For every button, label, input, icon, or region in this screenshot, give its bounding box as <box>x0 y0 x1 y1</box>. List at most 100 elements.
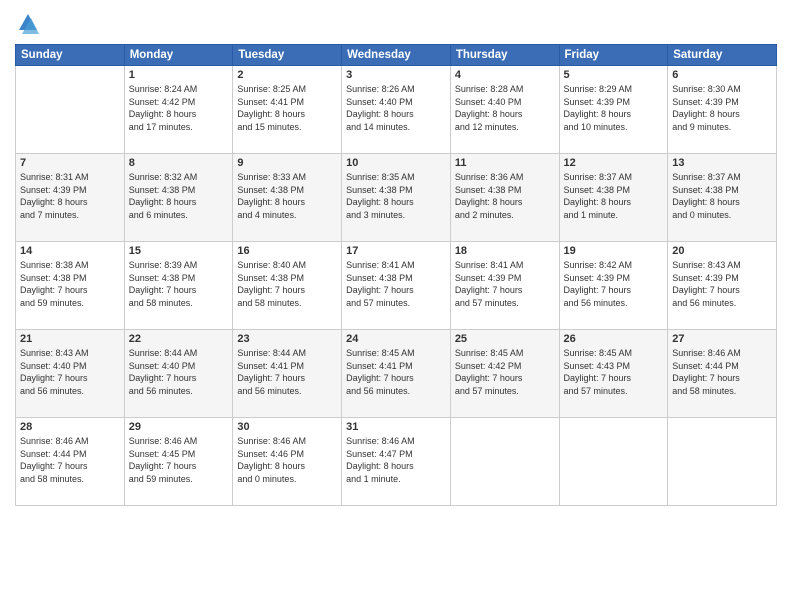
day-info: Sunrise: 8:41 AM Sunset: 4:38 PM Dayligh… <box>346 259 446 309</box>
calendar-cell: 1 Sunrise: 8:24 AM Sunset: 4:42 PM Daylig… <box>124 66 233 154</box>
day-info: Sunrise: 8:40 AM Sunset: 4:38 PM Dayligh… <box>237 259 337 309</box>
calendar-cell: 24 Sunrise: 8:45 AM Sunset: 4:41 PM Dayli… <box>342 330 451 418</box>
day-info: Sunrise: 8:39 AM Sunset: 4:38 PM Dayligh… <box>129 259 229 309</box>
page: SundayMondayTuesdayWednesdayThursdayFrid… <box>0 0 792 612</box>
calendar-cell: 19 Sunrise: 8:42 AM Sunset: 4:39 PM Dayli… <box>559 242 668 330</box>
calendar-cell: 16 Sunrise: 8:40 AM Sunset: 4:38 PM Dayli… <box>233 242 342 330</box>
calendar-cell <box>559 418 668 506</box>
week-row-5: 28 Sunrise: 8:46 AM Sunset: 4:44 PM Dayli… <box>16 418 777 506</box>
weekday-header-row: SundayMondayTuesdayWednesdayThursdayFrid… <box>16 45 777 66</box>
day-info: Sunrise: 8:43 AM Sunset: 4:39 PM Dayligh… <box>672 259 772 309</box>
weekday-header-monday: Monday <box>124 45 233 66</box>
day-number: 29 <box>129 421 229 433</box>
day-info: Sunrise: 8:45 AM Sunset: 4:42 PM Dayligh… <box>455 347 555 397</box>
day-number: 8 <box>129 157 229 169</box>
day-info: Sunrise: 8:45 AM Sunset: 4:43 PM Dayligh… <box>564 347 664 397</box>
day-info: Sunrise: 8:42 AM Sunset: 4:39 PM Dayligh… <box>564 259 664 309</box>
day-number: 5 <box>564 69 664 81</box>
day-number: 31 <box>346 421 446 433</box>
day-number: 18 <box>455 245 555 257</box>
calendar-cell: 20Sunrise: 8:43 AM Sunset: 4:39 PM Dayli… <box>668 242 777 330</box>
calendar-cell: 12 Sunrise: 8:37 AM Sunset: 4:38 PM Dayli… <box>559 154 668 242</box>
calendar-cell: 9 Sunrise: 8:33 AM Sunset: 4:38 PM Daylig… <box>233 154 342 242</box>
calendar-cell: 7Sunrise: 8:31 AM Sunset: 4:39 PM Daylig… <box>16 154 125 242</box>
day-number: 3 <box>346 69 446 81</box>
day-number: 9 <box>237 157 337 169</box>
logo <box>15 10 41 38</box>
day-info: Sunrise: 8:46 AM Sunset: 4:44 PM Dayligh… <box>20 435 120 485</box>
calendar-cell: 25 Sunrise: 8:45 AM Sunset: 4:42 PM Dayli… <box>450 330 559 418</box>
day-number: 12 <box>564 157 664 169</box>
weekday-header-thursday: Thursday <box>450 45 559 66</box>
calendar-cell: 8Sunrise: 8:32 AM Sunset: 4:38 PM Daylig… <box>124 154 233 242</box>
day-info: Sunrise: 8:46 AM Sunset: 4:45 PM Dayligh… <box>129 435 229 485</box>
day-info: Sunrise: 8:46 AM Sunset: 4:47 PM Dayligh… <box>346 435 446 485</box>
day-number: 19 <box>564 245 664 257</box>
day-info: Sunrise: 8:38 AM Sunset: 4:38 PM Dayligh… <box>20 259 120 309</box>
day-info: Sunrise: 8:30 AM Sunset: 4:39 PM Dayligh… <box>672 83 772 133</box>
calendar-cell: 4 Sunrise: 8:28 AM Sunset: 4:40 PM Daylig… <box>450 66 559 154</box>
weekday-header-wednesday: Wednesday <box>342 45 451 66</box>
week-row-4: 21Sunrise: 8:43 AM Sunset: 4:40 PM Dayli… <box>16 330 777 418</box>
calendar-table: SundayMondayTuesdayWednesdayThursdayFrid… <box>15 44 777 506</box>
day-number: 30 <box>237 421 337 433</box>
day-number: 28 <box>20 421 120 433</box>
day-info: Sunrise: 8:44 AM Sunset: 4:41 PM Dayligh… <box>237 347 337 397</box>
day-number: 14 <box>20 245 120 257</box>
day-number: 1 <box>129 69 229 81</box>
weekday-header-tuesday: Tuesday <box>233 45 342 66</box>
day-info: Sunrise: 8:24 AM Sunset: 4:42 PM Dayligh… <box>129 83 229 133</box>
day-number: 6 <box>672 69 772 81</box>
calendar-cell: 28 Sunrise: 8:46 AM Sunset: 4:44 PM Dayli… <box>16 418 125 506</box>
calendar-cell: 21Sunrise: 8:43 AM Sunset: 4:40 PM Dayli… <box>16 330 125 418</box>
day-number: 22 <box>129 333 229 345</box>
day-info: Sunrise: 8:45 AM Sunset: 4:41 PM Dayligh… <box>346 347 446 397</box>
day-number: 7 <box>20 157 120 169</box>
calendar-cell: 3 Sunrise: 8:26 AM Sunset: 4:40 PM Daylig… <box>342 66 451 154</box>
calendar-cell: 5Sunrise: 8:29 AM Sunset: 4:39 PM Daylig… <box>559 66 668 154</box>
calendar-cell <box>668 418 777 506</box>
day-info: Sunrise: 8:44 AM Sunset: 4:40 PM Dayligh… <box>129 347 229 397</box>
day-number: 17 <box>346 245 446 257</box>
calendar-cell: 10 Sunrise: 8:35 AM Sunset: 4:38 PM Dayli… <box>342 154 451 242</box>
day-info: Sunrise: 8:26 AM Sunset: 4:40 PM Dayligh… <box>346 83 446 133</box>
day-number: 4 <box>455 69 555 81</box>
day-info: Sunrise: 8:35 AM Sunset: 4:38 PM Dayligh… <box>346 171 446 221</box>
calendar-cell: 13 Sunrise: 8:37 AM Sunset: 4:38 PM Dayli… <box>668 154 777 242</box>
day-info: Sunrise: 8:46 AM Sunset: 4:44 PM Dayligh… <box>672 347 772 397</box>
day-info: Sunrise: 8:36 AM Sunset: 4:38 PM Dayligh… <box>455 171 555 221</box>
day-info: Sunrise: 8:37 AM Sunset: 4:38 PM Dayligh… <box>672 171 772 221</box>
calendar-cell: 27Sunrise: 8:46 AM Sunset: 4:44 PM Dayli… <box>668 330 777 418</box>
calendar-cell: 18 Sunrise: 8:41 AM Sunset: 4:39 PM Dayli… <box>450 242 559 330</box>
day-number: 11 <box>455 157 555 169</box>
weekday-header-sunday: Sunday <box>16 45 125 66</box>
calendar-cell <box>450 418 559 506</box>
day-number: 25 <box>455 333 555 345</box>
week-row-3: 14 Sunrise: 8:38 AM Sunset: 4:38 PM Dayli… <box>16 242 777 330</box>
week-row-2: 7Sunrise: 8:31 AM Sunset: 4:39 PM Daylig… <box>16 154 777 242</box>
week-row-1: 1 Sunrise: 8:24 AM Sunset: 4:42 PM Daylig… <box>16 66 777 154</box>
day-info: Sunrise: 8:28 AM Sunset: 4:40 PM Dayligh… <box>455 83 555 133</box>
header <box>15 10 777 38</box>
calendar-cell: 22 Sunrise: 8:44 AM Sunset: 4:40 PM Dayli… <box>124 330 233 418</box>
day-number: 24 <box>346 333 446 345</box>
day-number: 10 <box>346 157 446 169</box>
calendar-cell: 29 Sunrise: 8:46 AM Sunset: 4:45 PM Dayli… <box>124 418 233 506</box>
day-info: Sunrise: 8:33 AM Sunset: 4:38 PM Dayligh… <box>237 171 337 221</box>
day-number: 2 <box>237 69 337 81</box>
logo-icon <box>17 10 39 38</box>
day-number: 16 <box>237 245 337 257</box>
calendar-cell: 30 Sunrise: 8:46 AM Sunset: 4:46 PM Dayli… <box>233 418 342 506</box>
day-info: Sunrise: 8:37 AM Sunset: 4:38 PM Dayligh… <box>564 171 664 221</box>
weekday-header-saturday: Saturday <box>668 45 777 66</box>
day-info: Sunrise: 8:25 AM Sunset: 4:41 PM Dayligh… <box>237 83 337 133</box>
calendar-cell: 31 Sunrise: 8:46 AM Sunset: 4:47 PM Dayli… <box>342 418 451 506</box>
calendar-cell: 14 Sunrise: 8:38 AM Sunset: 4:38 PM Dayli… <box>16 242 125 330</box>
weekday-header-friday: Friday <box>559 45 668 66</box>
calendar-cell: 26Sunrise: 8:45 AM Sunset: 4:43 PM Dayli… <box>559 330 668 418</box>
calendar-cell: 6 Sunrise: 8:30 AM Sunset: 4:39 PM Daylig… <box>668 66 777 154</box>
day-info: Sunrise: 8:46 AM Sunset: 4:46 PM Dayligh… <box>237 435 337 485</box>
day-number: 13 <box>672 157 772 169</box>
day-number: 23 <box>237 333 337 345</box>
day-info: Sunrise: 8:41 AM Sunset: 4:39 PM Dayligh… <box>455 259 555 309</box>
